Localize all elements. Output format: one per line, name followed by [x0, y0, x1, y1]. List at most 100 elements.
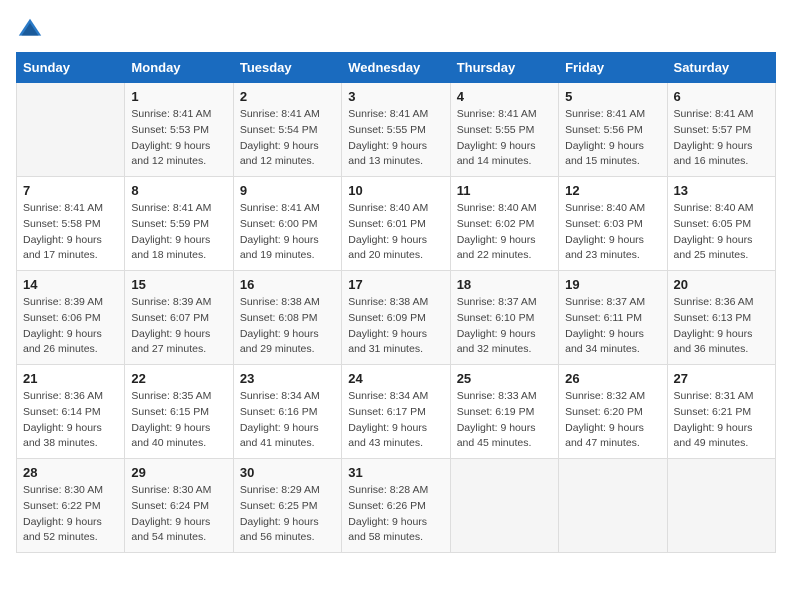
day-info: Sunrise: 8:40 AMSunset: 6:05 PMDaylight:…	[674, 201, 769, 264]
day-info: Sunrise: 8:41 AMSunset: 5:54 PMDaylight:…	[240, 107, 335, 170]
calendar-table: SundayMondayTuesdayWednesdayThursdayFrid…	[16, 52, 776, 553]
logo-icon	[16, 16, 44, 44]
calendar-cell: 9 Sunrise: 8:41 AMSunset: 6:00 PMDayligh…	[233, 177, 341, 271]
day-number: 20	[674, 277, 769, 292]
day-info: Sunrise: 8:35 AMSunset: 6:15 PMDaylight:…	[131, 389, 226, 452]
calendar-cell: 29 Sunrise: 8:30 AMSunset: 6:24 PMDaylig…	[125, 459, 233, 553]
calendar-cell: 11 Sunrise: 8:40 AMSunset: 6:02 PMDaylig…	[450, 177, 558, 271]
calendar-header: SundayMondayTuesdayWednesdayThursdayFrid…	[17, 53, 776, 83]
day-number: 30	[240, 465, 335, 480]
calendar-cell: 26 Sunrise: 8:32 AMSunset: 6:20 PMDaylig…	[559, 365, 667, 459]
calendar-body: 1 Sunrise: 8:41 AMSunset: 5:53 PMDayligh…	[17, 83, 776, 553]
calendar-cell: 20 Sunrise: 8:36 AMSunset: 6:13 PMDaylig…	[667, 271, 775, 365]
calendar-cell: 15 Sunrise: 8:39 AMSunset: 6:07 PMDaylig…	[125, 271, 233, 365]
day-number: 11	[457, 183, 552, 198]
day-number: 6	[674, 89, 769, 104]
weekday-header-row: SundayMondayTuesdayWednesdayThursdayFrid…	[17, 53, 776, 83]
day-info: Sunrise: 8:41 AMSunset: 6:00 PMDaylight:…	[240, 201, 335, 264]
day-info: Sunrise: 8:37 AMSunset: 6:11 PMDaylight:…	[565, 295, 660, 358]
day-info: Sunrise: 8:37 AMSunset: 6:10 PMDaylight:…	[457, 295, 552, 358]
day-info: Sunrise: 8:30 AMSunset: 6:22 PMDaylight:…	[23, 483, 118, 546]
calendar-cell: 8 Sunrise: 8:41 AMSunset: 5:59 PMDayligh…	[125, 177, 233, 271]
day-info: Sunrise: 8:34 AMSunset: 6:16 PMDaylight:…	[240, 389, 335, 452]
day-info: Sunrise: 8:41 AMSunset: 5:58 PMDaylight:…	[23, 201, 118, 264]
logo	[16, 16, 48, 44]
calendar-cell: 13 Sunrise: 8:40 AMSunset: 6:05 PMDaylig…	[667, 177, 775, 271]
calendar-week-3: 14 Sunrise: 8:39 AMSunset: 6:06 PMDaylig…	[17, 271, 776, 365]
day-number: 9	[240, 183, 335, 198]
calendar-cell: 22 Sunrise: 8:35 AMSunset: 6:15 PMDaylig…	[125, 365, 233, 459]
day-number: 1	[131, 89, 226, 104]
calendar-cell: 6 Sunrise: 8:41 AMSunset: 5:57 PMDayligh…	[667, 83, 775, 177]
day-info: Sunrise: 8:41 AMSunset: 5:57 PMDaylight:…	[674, 107, 769, 170]
calendar-cell: 21 Sunrise: 8:36 AMSunset: 6:14 PMDaylig…	[17, 365, 125, 459]
calendar-cell: 19 Sunrise: 8:37 AMSunset: 6:11 PMDaylig…	[559, 271, 667, 365]
day-number: 3	[348, 89, 443, 104]
calendar-week-5: 28 Sunrise: 8:30 AMSunset: 6:22 PMDaylig…	[17, 459, 776, 553]
calendar-cell: 14 Sunrise: 8:39 AMSunset: 6:06 PMDaylig…	[17, 271, 125, 365]
day-info: Sunrise: 8:29 AMSunset: 6:25 PMDaylight:…	[240, 483, 335, 546]
calendar-cell	[559, 459, 667, 553]
calendar-cell: 7 Sunrise: 8:41 AMSunset: 5:58 PMDayligh…	[17, 177, 125, 271]
day-info: Sunrise: 8:41 AMSunset: 5:59 PMDaylight:…	[131, 201, 226, 264]
day-number: 24	[348, 371, 443, 386]
day-info: Sunrise: 8:38 AMSunset: 6:09 PMDaylight:…	[348, 295, 443, 358]
calendar-cell: 1 Sunrise: 8:41 AMSunset: 5:53 PMDayligh…	[125, 83, 233, 177]
calendar-cell: 25 Sunrise: 8:33 AMSunset: 6:19 PMDaylig…	[450, 365, 558, 459]
calendar-cell: 23 Sunrise: 8:34 AMSunset: 6:16 PMDaylig…	[233, 365, 341, 459]
day-number: 23	[240, 371, 335, 386]
day-number: 26	[565, 371, 660, 386]
calendar-cell: 30 Sunrise: 8:29 AMSunset: 6:25 PMDaylig…	[233, 459, 341, 553]
day-number: 2	[240, 89, 335, 104]
day-info: Sunrise: 8:41 AMSunset: 5:56 PMDaylight:…	[565, 107, 660, 170]
day-info: Sunrise: 8:38 AMSunset: 6:08 PMDaylight:…	[240, 295, 335, 358]
page-header	[16, 16, 776, 44]
day-info: Sunrise: 8:40 AMSunset: 6:02 PMDaylight:…	[457, 201, 552, 264]
day-number: 28	[23, 465, 118, 480]
calendar-cell: 31 Sunrise: 8:28 AMSunset: 6:26 PMDaylig…	[342, 459, 450, 553]
day-info: Sunrise: 8:41 AMSunset: 5:55 PMDaylight:…	[457, 107, 552, 170]
calendar-cell: 17 Sunrise: 8:38 AMSunset: 6:09 PMDaylig…	[342, 271, 450, 365]
day-number: 21	[23, 371, 118, 386]
calendar-cell: 16 Sunrise: 8:38 AMSunset: 6:08 PMDaylig…	[233, 271, 341, 365]
day-info: Sunrise: 8:30 AMSunset: 6:24 PMDaylight:…	[131, 483, 226, 546]
calendar-cell: 24 Sunrise: 8:34 AMSunset: 6:17 PMDaylig…	[342, 365, 450, 459]
weekday-friday: Friday	[559, 53, 667, 83]
day-info: Sunrise: 8:39 AMSunset: 6:07 PMDaylight:…	[131, 295, 226, 358]
calendar-week-1: 1 Sunrise: 8:41 AMSunset: 5:53 PMDayligh…	[17, 83, 776, 177]
day-info: Sunrise: 8:36 AMSunset: 6:13 PMDaylight:…	[674, 295, 769, 358]
weekday-tuesday: Tuesday	[233, 53, 341, 83]
day-number: 19	[565, 277, 660, 292]
day-number: 17	[348, 277, 443, 292]
calendar-cell: 2 Sunrise: 8:41 AMSunset: 5:54 PMDayligh…	[233, 83, 341, 177]
day-info: Sunrise: 8:36 AMSunset: 6:14 PMDaylight:…	[23, 389, 118, 452]
day-info: Sunrise: 8:40 AMSunset: 6:03 PMDaylight:…	[565, 201, 660, 264]
calendar-cell: 10 Sunrise: 8:40 AMSunset: 6:01 PMDaylig…	[342, 177, 450, 271]
day-info: Sunrise: 8:41 AMSunset: 5:55 PMDaylight:…	[348, 107, 443, 170]
calendar-cell	[450, 459, 558, 553]
day-info: Sunrise: 8:28 AMSunset: 6:26 PMDaylight:…	[348, 483, 443, 546]
day-number: 16	[240, 277, 335, 292]
day-info: Sunrise: 8:39 AMSunset: 6:06 PMDaylight:…	[23, 295, 118, 358]
day-info: Sunrise: 8:40 AMSunset: 6:01 PMDaylight:…	[348, 201, 443, 264]
calendar-cell: 18 Sunrise: 8:37 AMSunset: 6:10 PMDaylig…	[450, 271, 558, 365]
calendar-week-4: 21 Sunrise: 8:36 AMSunset: 6:14 PMDaylig…	[17, 365, 776, 459]
day-number: 5	[565, 89, 660, 104]
day-number: 22	[131, 371, 226, 386]
weekday-wednesday: Wednesday	[342, 53, 450, 83]
calendar-cell: 28 Sunrise: 8:30 AMSunset: 6:22 PMDaylig…	[17, 459, 125, 553]
day-number: 8	[131, 183, 226, 198]
day-number: 10	[348, 183, 443, 198]
day-number: 14	[23, 277, 118, 292]
day-number: 4	[457, 89, 552, 104]
calendar-week-2: 7 Sunrise: 8:41 AMSunset: 5:58 PMDayligh…	[17, 177, 776, 271]
day-number: 31	[348, 465, 443, 480]
calendar-cell: 3 Sunrise: 8:41 AMSunset: 5:55 PMDayligh…	[342, 83, 450, 177]
day-number: 29	[131, 465, 226, 480]
day-info: Sunrise: 8:31 AMSunset: 6:21 PMDaylight:…	[674, 389, 769, 452]
weekday-monday: Monday	[125, 53, 233, 83]
weekday-saturday: Saturday	[667, 53, 775, 83]
day-number: 25	[457, 371, 552, 386]
calendar-cell: 27 Sunrise: 8:31 AMSunset: 6:21 PMDaylig…	[667, 365, 775, 459]
day-info: Sunrise: 8:41 AMSunset: 5:53 PMDaylight:…	[131, 107, 226, 170]
